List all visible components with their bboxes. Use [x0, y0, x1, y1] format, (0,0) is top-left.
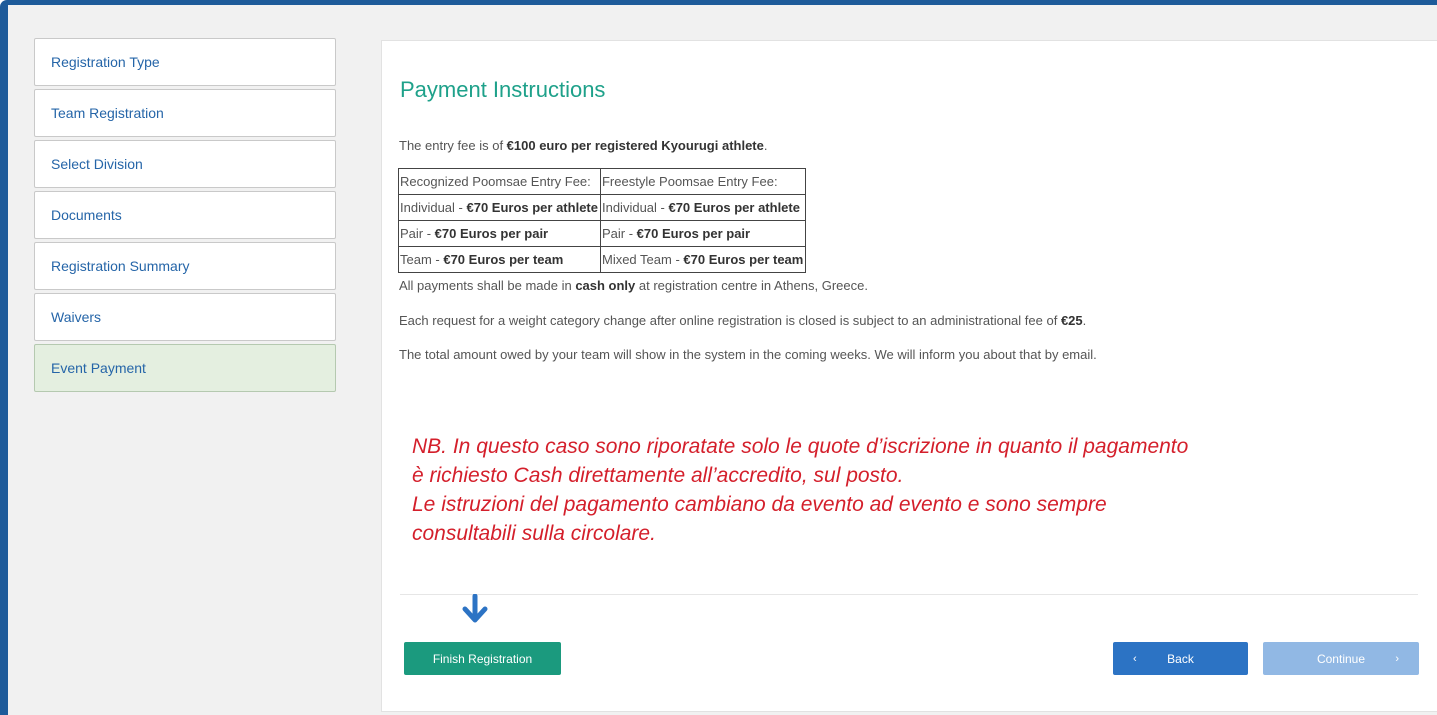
table-cell: Mixed Team - €70 Euros per team [599, 246, 807, 273]
table-row: Team - €70 Euros per team Mixed Team - €… [398, 246, 807, 273]
payment-method-text: All payments shall be made in cash only … [399, 278, 868, 293]
arrow-down-icon [462, 594, 488, 623]
table-cell: Individual - €70 Euros per athlete [398, 194, 601, 221]
weight-change-fee-text: Each request for a weight category chang… [399, 313, 1086, 328]
sidebar-item-label: Waivers [51, 309, 102, 325]
cell-text: Individual - [400, 200, 467, 215]
poomsae-fees-table: Recognized Poomsae Entry Fee: Freestyle … [398, 168, 807, 273]
annotation-line: è richiesto Cash direttamente all’accred… [412, 464, 904, 487]
cell-text: Individual - [601, 200, 669, 215]
finish-registration-button[interactable]: Finish Registration [404, 642, 561, 675]
cell-text: Pair - [400, 226, 435, 241]
table-row: Recognized Poomsae Entry Fee: Freestyle … [398, 168, 807, 195]
finish-registration-label: Finish Registration [432, 651, 533, 666]
table-cell: Team - €70 Euros per team [398, 246, 601, 273]
continue-label: Continue [1316, 651, 1366, 666]
table-row: Pair - €70 Euros per pair Pair - €70 Eur… [398, 220, 807, 247]
cell-bold: €70 Euros per pair [434, 226, 549, 241]
back-button[interactable]: ‹ Back [1113, 642, 1248, 675]
table-cell: Pair - €70 Euros per pair [599, 220, 807, 247]
cell-bold: €70 Euros per team [443, 252, 564, 267]
sidebar-item-documents[interactable]: Documents [34, 191, 336, 239]
table-cell: Recognized Poomsae Entry Fee: [398, 168, 601, 195]
sidebar-item-label: Documents [51, 207, 122, 223]
entry-fee-post: . [763, 138, 768, 153]
registration-steps-sidebar: Registration Type Team Registration Sele… [34, 38, 336, 395]
sidebar-item-registration-summary[interactable]: Registration Summary [34, 242, 336, 290]
weight-change-fee: €25 [1060, 313, 1083, 328]
sidebar-item-label: Team Registration [51, 105, 164, 121]
app-frame: Registration Type Team Registration Sele… [0, 0, 1437, 715]
entry-fee-amount: €100 euro per registered Kyourugi athlet… [506, 138, 764, 153]
entry-fee-pre: The entry fee is of [399, 138, 507, 153]
entry-fee-text: The entry fee is of €100 euro per regist… [399, 138, 768, 153]
cell-text: Team - [400, 252, 444, 267]
cell-bold: €70 Euros per team [683, 252, 804, 267]
table-cell: Pair - €70 Euros per pair [398, 220, 601, 247]
payment-panel: Payment Instructions The entry fee is of… [381, 40, 1437, 712]
table-cell: Freestyle Poomsae Entry Fee: [599, 168, 807, 195]
cell-bold: €70 Euros per pair [636, 226, 751, 241]
sidebar-item-label: Registration Summary [51, 258, 190, 274]
total-amount-text: The total amount owed by your team will … [399, 347, 1097, 362]
sidebar-item-label: Event Payment [51, 360, 146, 376]
table-cell: Individual - €70 Euros per athlete [599, 194, 807, 221]
payment-method-pre: All payments shall be made in [399, 278, 576, 293]
chevron-right-icon: › [1395, 652, 1399, 665]
sidebar-item-event-payment[interactable]: Event Payment [34, 344, 336, 392]
cell-text: Freestyle Poomsae Entry Fee: [601, 174, 778, 189]
sidebar-item-label: Registration Type [51, 54, 160, 70]
weight-change-post: . [1082, 313, 1087, 328]
cell-bold: €70 Euros per athlete [668, 200, 800, 215]
cell-bold: €70 Euros per athlete [466, 200, 598, 215]
continue-button[interactable]: Continue › [1263, 642, 1419, 675]
cell-text: Recognized Poomsae Entry Fee: [400, 174, 591, 189]
payment-method-post: at registration centre in Athens, Greece… [635, 278, 868, 293]
sidebar-item-select-division[interactable]: Select Division [34, 140, 336, 188]
annotation-line: NB. In questo caso sono riporatate solo … [412, 435, 1189, 458]
divider [400, 594, 1418, 595]
payment-method-bold: cash only [575, 278, 636, 293]
chevron-left-icon: ‹ [1133, 652, 1137, 665]
cell-text: Mixed Team - [601, 252, 684, 267]
sidebar-item-registration-type[interactable]: Registration Type [34, 38, 336, 86]
annotation-note: NB. In questo caso sono riporatate solo … [412, 432, 1422, 548]
back-label: Back [1167, 651, 1194, 666]
annotation-line: Le istruzioni del pagamento cambiano da … [412, 493, 1107, 516]
sidebar-item-team-registration[interactable]: Team Registration [34, 89, 336, 137]
table-row: Individual - €70 Euros per athlete Indiv… [398, 194, 807, 221]
sidebar-item-label: Select Division [51, 156, 143, 172]
weight-change-pre: Each request for a weight category chang… [399, 313, 1061, 328]
cell-text: Pair - [601, 226, 637, 241]
annotation-line: consultabili sulla circolare. [412, 522, 656, 545]
sidebar-item-waivers[interactable]: Waivers [34, 293, 336, 341]
page-title: Payment Instructions [400, 77, 606, 102]
